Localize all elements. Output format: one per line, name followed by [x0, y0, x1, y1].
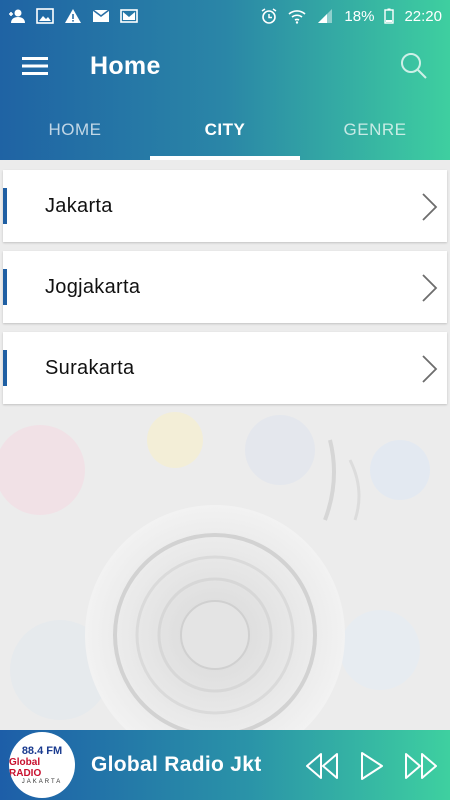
city-name: Jakarta	[45, 194, 113, 217]
page-title: Home	[90, 51, 161, 80]
chevron-right-icon	[422, 355, 438, 383]
station-logo[interactable]: 88.4 FM Global RADIO JAKARTA	[9, 732, 75, 798]
content-area: Jakarta Jogjakarta Surakarta	[0, 160, 450, 730]
clock: 22:20	[404, 7, 442, 25]
city-item-jakarta[interactable]: Jakarta	[3, 170, 447, 242]
image-icon	[36, 8, 54, 24]
logo-frequency: 88.4 FM	[21, 744, 63, 757]
rewind-icon	[306, 753, 338, 779]
chevron-right-icon	[422, 193, 438, 221]
accent-bar	[3, 269, 7, 305]
menu-button[interactable]	[0, 32, 70, 100]
tab-home[interactable]: HOME	[0, 100, 150, 160]
city-name: Surakarta	[45, 356, 135, 379]
fast-forward-button[interactable]	[404, 750, 438, 782]
city-item-surakarta[interactable]: Surakarta	[3, 332, 447, 404]
city-name: Jogjakarta	[45, 275, 141, 298]
play-button[interactable]	[358, 750, 386, 782]
tab-bar: HOME CITY GENRE	[0, 100, 450, 160]
chevron-right-icon	[422, 274, 438, 302]
city-item-jogjakarta[interactable]: Jogjakarta	[3, 251, 447, 323]
top-bar: 18% 22:20 Home HOME CITY GENRE	[0, 0, 450, 160]
warning-icon	[65, 9, 81, 23]
tab-city[interactable]: CITY	[150, 100, 300, 160]
mail-icon	[92, 9, 110, 22]
accent-bar	[3, 350, 7, 386]
alarm-icon	[262, 8, 277, 24]
app-bar: Home	[0, 32, 450, 100]
status-bar: 18% 22:20	[0, 0, 450, 32]
rewind-button[interactable]	[305, 750, 339, 782]
play-icon	[361, 752, 383, 780]
logo-brand: Global RADIO	[9, 756, 42, 779]
battery-percent: 18%	[344, 7, 375, 25]
tab-genre[interactable]: GENRE	[300, 100, 450, 160]
mini-player: 88.4 FM Global RADIO JAKARTA Global Radi…	[0, 730, 450, 800]
wifi-icon	[288, 10, 306, 24]
city-list: Jakarta Jogjakarta Surakarta	[3, 170, 447, 413]
fast-forward-icon	[405, 753, 437, 779]
accent-bar	[3, 188, 7, 224]
logo-city: JAKARTA	[21, 778, 63, 785]
speaker-background-image	[0, 412, 430, 730]
battery-icon	[384, 8, 395, 24]
signal-icon	[318, 9, 333, 23]
search-icon	[401, 53, 427, 79]
gmail-icon	[120, 9, 138, 23]
search-button[interactable]	[398, 50, 430, 82]
person-add-icon	[9, 9, 25, 23]
station-name: Global Radio Jkt	[91, 753, 262, 776]
hamburger-menu-icon	[22, 57, 48, 75]
